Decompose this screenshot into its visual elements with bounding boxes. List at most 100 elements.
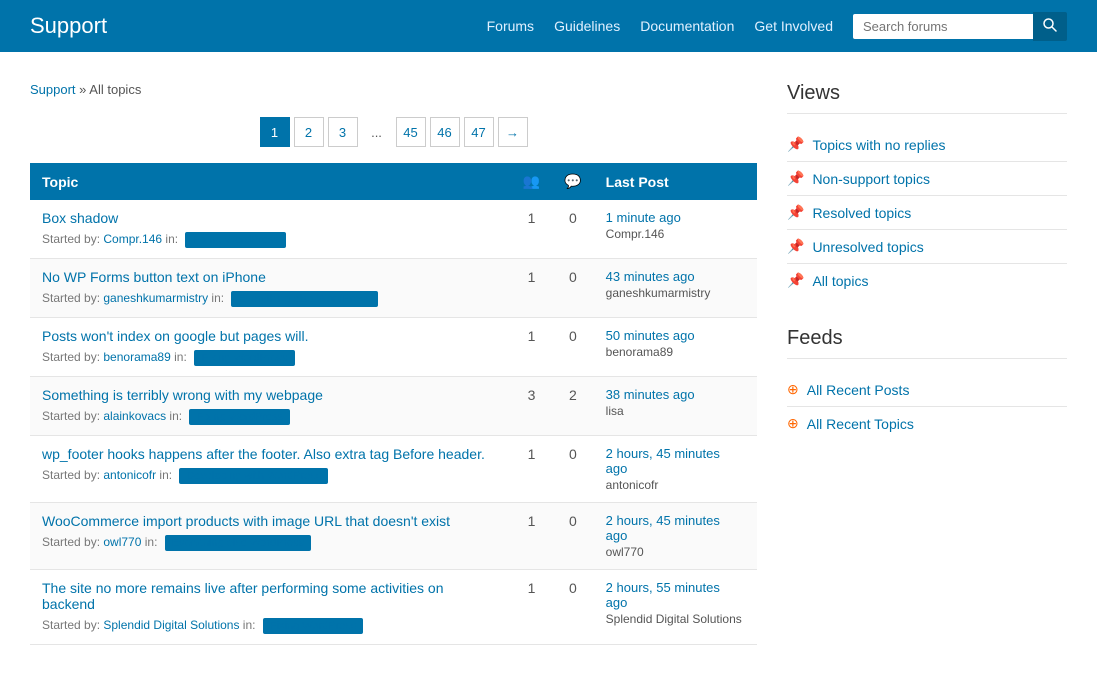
page-next[interactable]: → [498,117,528,147]
topic-meta: Started by: ganeshkumarmistry in: Everyt… [42,291,378,305]
last-post-author: ganeshkumarmistry [606,286,745,300]
topic-voices: 1 [511,259,552,318]
topic-author[interactable]: benorama89 [103,350,170,364]
topic-forum[interactable]: Everything else WordPress [165,535,311,551]
topic-forum[interactable]: Fixing WordPress [189,409,290,425]
nav-forums[interactable]: Forums [487,18,534,34]
topic-voices: 1 [511,200,552,259]
topic-author[interactable]: Splendid Digital Solutions [103,618,239,632]
table-row: The site no more remains live after perf… [30,570,757,645]
last-post-link[interactable]: 2 hours, 45 minutes ago [606,513,745,543]
main-nav: Forums Guidelines Documentation Get Invo… [487,18,833,34]
topic-voices: 1 [511,503,552,570]
site-title: Support [30,13,107,39]
topic-author[interactable]: Compr.146 [103,232,162,246]
breadcrumb: Support » All topics [30,82,757,97]
list-item: ⊕All Recent Posts [787,373,1067,407]
table-row: Something is terribly wrong with my webp… [30,377,757,436]
last-post-author: Compr.146 [606,227,745,241]
topic-author[interactable]: owl770 [103,535,141,549]
pin-icon: 📌 [787,204,804,221]
topic-author[interactable]: ganeshkumarmistry [103,291,208,305]
last-post-author: lisa [606,404,745,418]
topic-meta: Started by: Splendid Digital Solutions i… [42,618,363,632]
views-link[interactable]: Topics with no replies [812,137,945,153]
topic-meta: Started by: owl770 in: Everything else W… [42,535,311,549]
topic-voices: 3 [511,377,552,436]
table-row: Posts won't index on google but pages wi… [30,318,757,377]
views-section: Views 📌Topics with no replies📌Non-suppor… [787,82,1067,297]
topic-forum[interactable]: Fixing WordPress [194,350,295,366]
feed-icon: ⊕ [787,415,799,432]
last-post-link[interactable]: 2 hours, 45 minutes ago [606,446,745,476]
last-post-author: antonicofr [606,478,745,492]
topic-title[interactable]: wp_footer hooks happens after the footer… [42,446,499,462]
list-item: 📌 All topics [787,264,1067,297]
last-post-link[interactable]: 1 minute ago [606,210,745,225]
nav-documentation[interactable]: Documentation [640,18,734,34]
topic-voices: 1 [511,570,552,645]
last-post-link[interactable]: 43 minutes ago [606,269,745,284]
topic-author[interactable]: antonicofr [103,468,156,482]
topic-meta: Started by: benorama89 in: Fixing WordPr… [42,350,295,364]
page-45[interactable]: 45 [396,117,426,147]
feeds-list: ⊕All Recent Posts ⊕ All Recent Topics [787,373,1067,440]
topic-title[interactable]: Box shadow [42,210,499,226]
pin-icon: 📌 [787,136,804,153]
topic-replies: 0 [552,503,593,570]
breadcrumb-parent[interactable]: Support [30,82,76,97]
topic-title[interactable]: Posts won't index on google but pages wi… [42,328,499,344]
topic-author[interactable]: alainkovacs [103,409,166,423]
feeds-link[interactable]: All Recent Posts [807,382,910,398]
table-row: WooCommerce import products with image U… [30,503,757,570]
list-item: 📌Non-support topics [787,162,1067,196]
topic-forum[interactable]: Developing with WordPress [179,468,328,484]
page-dots: ... [362,117,392,147]
topic-meta: Started by: Compr.146 in: Fixing WordPre… [42,232,286,246]
views-heading: Views [787,82,1067,114]
col-voices: 👥 [511,163,552,200]
views-list: 📌Topics with no replies📌Non-support topi… [787,128,1067,297]
pagination: 1 2 3 ... 45 46 47 → [30,117,757,147]
list-item: 📌 Topics with no replies [787,128,1067,162]
topic-title[interactable]: WooCommerce import products with image U… [42,513,499,529]
nav-guidelines[interactable]: Guidelines [554,18,620,34]
topic-forum[interactable]: Fixing WordPress [185,232,286,248]
topic-last-post: 2 hours, 45 minutes ago antonicofr [594,436,757,503]
topic-title[interactable]: No WP Forms button text on iPhone [42,269,499,285]
views-link[interactable]: Non-support topics [812,171,930,187]
search-input[interactable] [853,14,1033,39]
search-button[interactable] [1033,12,1067,41]
views-link[interactable]: Resolved topics [812,205,911,221]
feeds-section: Feeds ⊕All Recent Posts ⊕ All Recent Topic… [787,327,1067,440]
col-topic: Topic [30,163,511,200]
col-last-post: Last Post [594,163,757,200]
page-47[interactable]: 47 [464,117,494,147]
page-46[interactable]: 46 [430,117,460,147]
table-row: wp_footer hooks happens after the footer… [30,436,757,503]
topic-forum[interactable]: Fixing WordPress [263,618,364,634]
topic-replies: 2 [552,377,593,436]
topic-title[interactable]: The site no more remains live after perf… [42,580,499,612]
table-row: Box shadow Started by: Compr.146 in: Fix… [30,200,757,259]
topic-last-post: 43 minutes ago ganeshkumarmistry [594,259,757,318]
views-link[interactable]: Unresolved topics [812,239,923,255]
pin-icon: 📌 [787,272,804,289]
nav-get-involved[interactable]: Get Involved [754,18,833,34]
page-1[interactable]: 1 [260,117,290,147]
topic-last-post: 2 hours, 45 minutes ago owl770 [594,503,757,570]
page-2[interactable]: 2 [294,117,324,147]
page-3[interactable]: 3 [328,117,358,147]
topic-last-post: 1 minute ago Compr.146 [594,200,757,259]
list-item: 📌 Resolved topics [787,196,1067,230]
feeds-link[interactable]: All Recent Topics [807,416,914,432]
topic-title[interactable]: Something is terribly wrong with my webp… [42,387,499,403]
views-link[interactable]: All topics [812,273,868,289]
last-post-author: Splendid Digital Solutions [606,612,745,626]
last-post-link[interactable]: 50 minutes ago [606,328,745,343]
topic-replies: 0 [552,259,593,318]
last-post-link[interactable]: 2 hours, 55 minutes ago [606,580,745,610]
feeds-heading: Feeds [787,327,1067,359]
last-post-link[interactable]: 38 minutes ago [606,387,745,402]
topic-forum[interactable]: Everything else WordPress [231,291,377,307]
